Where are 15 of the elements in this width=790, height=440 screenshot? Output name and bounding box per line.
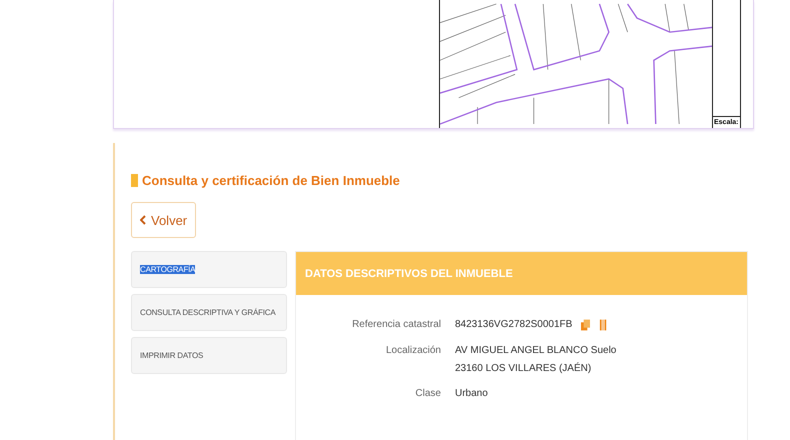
field-value: 8423136VG2782S0001FB bbox=[455, 319, 572, 330]
field-label: Clase bbox=[414, 388, 441, 399]
field-value: Urbano bbox=[455, 388, 488, 399]
sidebar-item[interactable]: CONSULTA DESCRIPTIVA Y GRÁFICA bbox=[131, 294, 287, 331]
copy-icon[interactable] bbox=[581, 319, 590, 331]
field-label: Localización bbox=[384, 345, 441, 356]
chevron-left-icon bbox=[140, 215, 146, 225]
page-title: Consulta y certificación de Bien Inmueble bbox=[142, 173, 400, 188]
field-label: Referencia catastral bbox=[351, 319, 441, 330]
back-button[interactable]: Volver bbox=[131, 202, 196, 238]
panel-header: DATOS DESCRIPTIVOS DEL INMUEBLE bbox=[296, 252, 747, 295]
sidebar-item[interactable]: IMPRIMIR DATOS bbox=[131, 337, 287, 374]
barcode-icon[interactable] bbox=[599, 319, 608, 331]
field-value: AV MIGUEL ANGEL BLANCO Suelo bbox=[455, 345, 616, 356]
field-value: 23160 LOS VILLARES (JAÉN) bbox=[455, 363, 592, 374]
